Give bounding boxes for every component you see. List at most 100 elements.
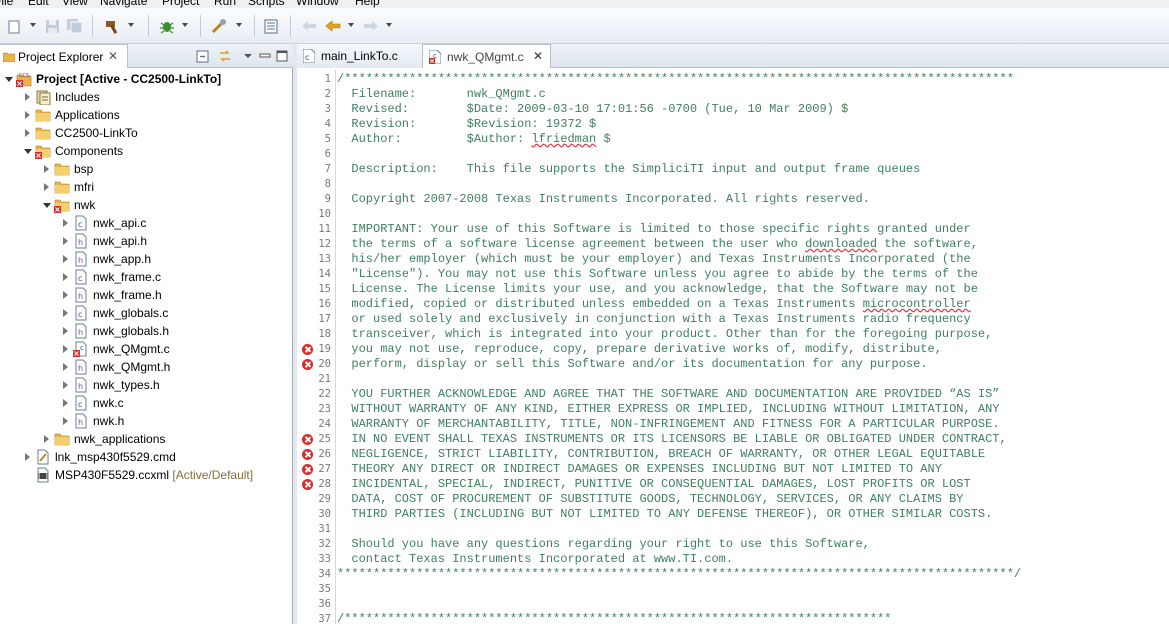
error-marker-icon[interactable]: [302, 449, 313, 460]
expand-arrow-icon[interactable]: [63, 291, 68, 299]
error-marker-icon[interactable]: [302, 479, 313, 490]
tools-dropdown-icon[interactable]: [236, 23, 242, 27]
maximize-icon[interactable]: [274, 48, 290, 64]
tree-item-nwk-api-c[interactable]: c nwk_api.c: [63, 214, 280, 232]
tree-item-nwk-frame-c[interactable]: c nwk_frame.c: [63, 268, 280, 286]
h-file-icon: h: [75, 287, 87, 303]
back-dropdown-icon[interactable]: [348, 23, 354, 27]
folder-icon: [35, 127, 51, 140]
tab-main-linkto-c[interactable]: c main_LinkTo.c: [297, 44, 423, 68]
code-line: DATA, COST OF PROCUREMENT OF SUBSTITUTE …: [337, 492, 964, 506]
save-all-icon[interactable]: [66, 18, 84, 34]
tools-icon[interactable]: [210, 18, 228, 34]
tree-item-msp430f5529-ccxml[interactable]: MSP430F5529.ccxml [Active/Default]: [25, 466, 280, 484]
tree-item-nwk[interactable]: nwk: [43, 196, 280, 214]
tree-item-project[interactable]: CCS Project [Active - CC2500-LinkTo]: [5, 70, 280, 88]
tree-item-bsp[interactable]: bsp: [44, 160, 280, 178]
save-icon[interactable]: [44, 18, 62, 34]
new-dropdown-icon[interactable]: [30, 23, 36, 27]
expand-arrow-icon[interactable]: [63, 417, 68, 425]
line-number: 1: [324, 73, 331, 85]
link-with-editor-icon[interactable]: [217, 48, 233, 64]
expand-arrow-icon[interactable]: [44, 435, 49, 443]
debug-icon[interactable]: [158, 18, 176, 34]
tree-item-nwk-applications[interactable]: nwk_applications: [44, 430, 280, 448]
expand-arrow-icon[interactable]: [25, 93, 30, 101]
tree-item-nwk-c[interactable]: c nwk.c: [63, 394, 280, 412]
new-icon[interactable]: [6, 18, 24, 34]
menu-window[interactable]: Window: [296, 0, 339, 8]
expand-arrow-icon[interactable]: [63, 237, 68, 245]
expand-arrow-icon[interactable]: [25, 453, 30, 461]
tree-item-includes[interactable]: Includes: [25, 88, 280, 106]
expand-arrow-icon[interactable]: [63, 381, 68, 389]
tab-project-explorer[interactable]: Project Explorer ✕: [0, 44, 128, 68]
tree-item-nwk-app-h[interactable]: h nwk_app.h: [63, 250, 280, 268]
expand-arrow-icon[interactable]: [63, 327, 68, 335]
expand-arrow-icon[interactable]: [44, 183, 49, 191]
expand-arrow-icon[interactable]: [63, 309, 68, 317]
view-menu-icon[interactable]: [240, 48, 256, 64]
tree-item-nwk-globals-h[interactable]: h nwk_globals.h: [63, 322, 280, 340]
menu-run[interactable]: Run: [214, 0, 236, 8]
menu-navigate[interactable]: Navigate: [100, 0, 147, 8]
forward-dropdown-icon[interactable]: [386, 23, 392, 27]
tree-item-nwk-api-h[interactable]: h nwk_api.h: [63, 232, 280, 250]
code-line: Description: This file supports the Simp…: [337, 162, 921, 176]
menu-view[interactable]: View: [62, 0, 88, 8]
expand-arrow-icon[interactable]: [63, 273, 68, 281]
expand-arrow-icon[interactable]: [25, 129, 30, 137]
error-marker-icon[interactable]: [302, 434, 313, 445]
folder-icon: [54, 163, 70, 176]
tree-item-lnk-msp430f5529-cmd[interactable]: lnk_msp430f5529.cmd: [25, 448, 280, 466]
menu-help[interactable]: Help: [355, 0, 380, 8]
code-text-area[interactable]: /***************************************…: [337, 70, 1169, 624]
line-number: 24: [318, 418, 331, 430]
back-icon[interactable]: [324, 18, 342, 34]
view-icon[interactable]: [262, 18, 280, 34]
tree-item-label: nwk.h: [93, 414, 125, 428]
expand-arrow-icon[interactable]: [63, 255, 68, 263]
collapse-all-icon[interactable]: [195, 48, 211, 64]
collapse-arrow-icon[interactable]: [24, 149, 32, 154]
expand-arrow-icon[interactable]: [44, 165, 49, 173]
forward-icon[interactable]: [362, 18, 380, 34]
error-marker-icon[interactable]: [302, 359, 313, 370]
expand-arrow-icon[interactable]: [63, 219, 68, 227]
tree-item-nwk-h[interactable]: h nwk.h: [63, 412, 280, 430]
close-icon[interactable]: ✕: [108, 49, 118, 63]
tree-item-nwk-frame-h[interactable]: h nwk_frame.h: [63, 286, 280, 304]
tree-item-applications[interactable]: Applications: [25, 106, 280, 124]
tab-nwk-qmgmt-c[interactable]: c nwk_QMgmt.c ✕: [423, 44, 551, 68]
menu-project[interactable]: Project: [162, 0, 199, 8]
expand-arrow-icon[interactable]: [63, 399, 68, 407]
collapse-arrow-icon[interactable]: [5, 77, 13, 82]
tree-item-nwk-qmgmt-h[interactable]: h nwk_QMgmt.h: [63, 358, 280, 376]
menu-file[interactable]: File: [0, 0, 13, 8]
error-marker-icon[interactable]: [302, 344, 313, 355]
collapse-arrow-icon[interactable]: [43, 203, 51, 208]
close-icon[interactable]: ✕: [533, 49, 543, 63]
tree-item-nwk-qmgmt-c[interactable]: c nwk_QMgmt.c: [63, 340, 280, 358]
code-line: IMPORTANT: Your use of this Software is …: [337, 222, 971, 236]
tree-item-label: nwk_globals.h: [93, 324, 170, 338]
back-nav-icon[interactable]: [300, 18, 318, 34]
expand-arrow-icon[interactable]: [63, 363, 68, 371]
build-icon[interactable]: [104, 18, 122, 34]
tree-item-cc2500-linkto[interactable]: CC2500-LinkTo: [25, 124, 280, 142]
minimize-icon[interactable]: [257, 48, 273, 64]
code-line: Should you have any questions regarding …: [337, 537, 870, 551]
menu-edit[interactable]: Edit: [28, 0, 49, 8]
menu-scripts[interactable]: Scripts: [248, 0, 285, 8]
build-dropdown-icon[interactable]: [128, 23, 134, 27]
tree-item-nwk-globals-c[interactable]: c nwk_globals.c: [63, 304, 280, 322]
debug-dropdown-icon[interactable]: [182, 23, 188, 27]
expand-arrow-icon[interactable]: [63, 345, 68, 353]
error-marker-icon[interactable]: [302, 464, 313, 475]
tree-item-nwk-types-h[interactable]: h nwk_types.h: [63, 376, 280, 394]
expand-arrow-icon[interactable]: [25, 111, 30, 119]
svg-text:h: h: [78, 292, 83, 301]
code-line: THIRD PARTIES (INCLUDING BUT NOT LIMITED…: [337, 507, 993, 521]
tree-item-mfri[interactable]: mfri: [44, 178, 280, 196]
tree-item-components[interactable]: Components: [24, 142, 280, 160]
